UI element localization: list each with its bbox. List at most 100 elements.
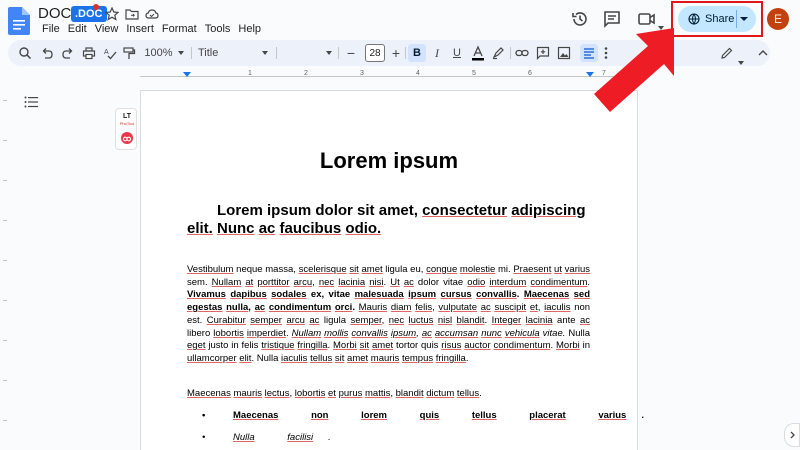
text-run: mi.	[495, 264, 514, 275]
cloud-status-icon[interactable]	[145, 7, 159, 21]
search-menus-icon[interactable]	[18, 45, 32, 61]
spellcheck-icon[interactable]: A	[103, 45, 117, 61]
text-run: . Nulla	[251, 352, 282, 364]
subtitle-word: elit.	[187, 220, 213, 237]
decrease-font-size-button[interactable]: −	[344, 45, 358, 61]
text-run: ac	[421, 327, 432, 339]
text-run: scelerisque	[298, 264, 347, 275]
text-run: malesuada	[354, 289, 404, 301]
text-run: Ut	[390, 276, 400, 288]
subtitle-word: dolor	[315, 202, 353, 219]
bold-button[interactable]: B	[408, 44, 426, 62]
text-run: vitae.	[539, 327, 566, 339]
ruler-tick	[3, 180, 7, 181]
text-color-icon[interactable]	[470, 45, 486, 61]
text-run: arcu	[286, 314, 305, 326]
insert-image-icon[interactable]	[557, 45, 571, 61]
addon-circle-icon[interactable]	[121, 132, 133, 144]
version-history-icon[interactable]	[570, 9, 590, 29]
text-run: tellus	[471, 410, 497, 421]
document-outline-icon[interactable]	[24, 96, 38, 108]
text-run: amet	[372, 340, 394, 352]
font-family-select[interactable]	[286, 45, 332, 61]
text-run: in	[579, 340, 591, 352]
text-run: sem.	[187, 276, 212, 288]
addon-panel: LT PhoTool	[115, 108, 137, 150]
text-run: molestie	[459, 264, 496, 275]
italic-button[interactable]: I	[430, 45, 444, 61]
text-run: quis	[419, 410, 440, 421]
left-indent-marker[interactable]	[183, 72, 191, 77]
text-run: .	[516, 289, 524, 301]
bullet-list-item[interactable]: Nulla facilisi.	[202, 432, 331, 443]
subtitle-word: consectetur	[422, 202, 508, 219]
zoom-caret-icon	[177, 51, 184, 55]
editing-mode-caret-icon[interactable]	[738, 52, 744, 70]
text-run: Integer	[491, 314, 522, 326]
zoom-select[interactable]: 100%	[144, 45, 184, 61]
text-run	[512, 410, 515, 421]
menu-format[interactable]: Format	[158, 23, 201, 35]
font-size-input[interactable]: 28	[365, 44, 385, 62]
insert-link-icon[interactable]	[515, 45, 529, 61]
menu-view[interactable]: View	[91, 23, 123, 35]
text-run: cursus	[440, 289, 472, 301]
document-title[interactable]: DOC	[38, 5, 71, 22]
underline-button[interactable]: U	[450, 45, 464, 61]
undo-icon[interactable]	[40, 45, 54, 61]
text-run: fringilla	[435, 352, 466, 364]
print-icon[interactable]	[82, 45, 96, 61]
text-run: Mauris	[358, 302, 388, 314]
text-run: sed	[573, 289, 591, 301]
side-panel-toggle[interactable]	[784, 423, 800, 447]
text-run: ipsum	[390, 327, 417, 339]
document-subheading[interactable]: Lorem ipsum dolor sit amet, consectetur …	[187, 202, 597, 238]
text-run: amet	[361, 264, 383, 275]
star-icon[interactable]	[105, 7, 119, 21]
document-heading-title[interactable]: Lorem ipsum	[140, 148, 638, 174]
text-run: .	[587, 276, 591, 288]
text-run: luctus	[408, 314, 434, 326]
account-avatar[interactable]: E	[767, 8, 789, 30]
horizontal-ruler[interactable]: 1 2 3 4 5 6 7	[140, 70, 638, 80]
highlight-color-icon[interactable]	[491, 45, 505, 61]
increase-font-size-button[interactable]: +	[389, 45, 403, 61]
languagetool-icon[interactable]: LT PhoTool	[119, 113, 135, 127]
red-pointer-arrow-icon	[594, 28, 674, 112]
share-highlight-box	[671, 1, 763, 37]
menu-help[interactable]: Help	[234, 23, 265, 35]
vertical-ruler[interactable]	[0, 80, 10, 450]
text-run: congue	[426, 264, 458, 275]
menu-file[interactable]: File	[38, 23, 64, 35]
text-run: semper	[350, 314, 382, 326]
text-run: arcu	[293, 276, 313, 288]
text-run: mollis	[324, 327, 349, 339]
menu-insert[interactable]: Insert	[122, 23, 158, 35]
menu-tools[interactable]: Tools	[201, 23, 235, 35]
text-run: Praesent	[513, 264, 552, 275]
move-folder-icon[interactable]	[125, 7, 139, 21]
body-paragraph-1[interactable]: Vestibulum neque massa, scelerisque sit …	[187, 264, 590, 366]
text-run: tellus	[456, 388, 480, 399]
text-run: convallis	[476, 289, 517, 301]
paragraph-style-select[interactable]: Title	[198, 45, 268, 61]
text-run: imperdiet	[246, 327, 286, 339]
editing-mode-pencil-icon[interactable]	[720, 45, 734, 61]
text-run	[343, 410, 346, 421]
bullet-list-item[interactable]: Maecenas non lorem quis tellus placerat …	[202, 410, 644, 421]
body-paragraph-2[interactable]: Maecenas mauris lectus, lobortis et puru…	[187, 388, 597, 399]
hide-menus-chevron-icon[interactable]	[757, 45, 769, 61]
text-run: iaculis	[544, 302, 571, 314]
menu-edit[interactable]: Edit	[64, 23, 91, 35]
paint-format-icon[interactable]	[122, 45, 136, 61]
text-run: Vivamus	[187, 289, 226, 301]
text-run: tristique	[261, 340, 295, 352]
docs-logo-icon[interactable]	[8, 7, 30, 35]
text-run: .	[465, 352, 469, 364]
toolbar-divider	[405, 47, 406, 59]
text-run: sit	[334, 352, 345, 364]
ruler-number: 6	[528, 70, 532, 77]
redo-icon[interactable]	[61, 45, 75, 61]
text-run: Nullam	[211, 276, 242, 288]
insert-comment-icon[interactable]	[536, 45, 550, 61]
